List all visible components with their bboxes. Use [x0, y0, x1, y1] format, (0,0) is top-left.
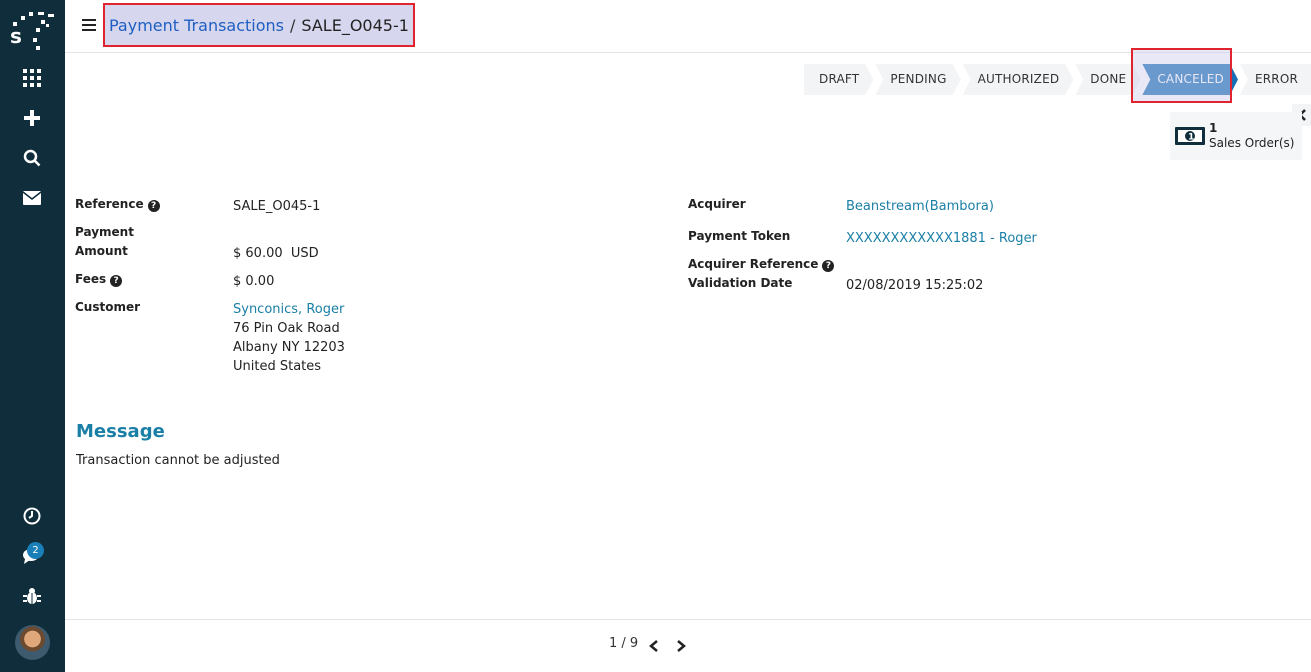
s-logo-icon[interactable]: s — [8, 8, 58, 52]
validation-date-value: 02/08/2019 15:25:02 — [846, 278, 984, 293]
sidebar: s 2 — [0, 0, 65, 672]
bug-icon[interactable] — [20, 584, 44, 608]
reference-label: Reference? — [75, 195, 160, 214]
help-icon[interactable]: ? — [822, 260, 835, 272]
stage-done[interactable]: DONE — [1075, 64, 1140, 95]
amount-currency: USD — [290, 246, 319, 261]
payment-label: Payment — [75, 225, 134, 239]
amount-value: $ 60.00 USD — [233, 246, 319, 261]
notification-badge: 2 — [27, 542, 44, 559]
help-icon[interactable]: ? — [147, 200, 160, 212]
footer-pager-bar: 1 / 9 — [65, 619, 1311, 672]
svg-text:s: s — [10, 24, 22, 48]
breadcrumb-parent-link[interactable]: Payment Transactions — [109, 16, 284, 35]
pager-next-icon[interactable] — [674, 639, 688, 653]
hamburger-menu-icon[interactable] — [82, 19, 96, 33]
apps-grid-icon[interactable] — [20, 66, 44, 90]
help-icon[interactable]: ? — [110, 275, 123, 287]
reference-value: SALE_O045-1 — [233, 199, 321, 214]
stage-draft[interactable]: DRAFT — [804, 64, 873, 95]
amount-label: Amount — [75, 244, 128, 258]
breadcrumb: Payment Transactions / SALE_O045-1 — [103, 3, 415, 47]
fees-label: Fees? — [75, 270, 123, 289]
acquirer-link[interactable]: Beanstream(Bambora) — [846, 197, 994, 216]
customer-address-line-2: Albany NY 12203 — [233, 340, 345, 355]
stage-authorized[interactable]: AUTHORIZED — [963, 64, 1074, 95]
top-bar: Payment Transactions / SALE_O045-1 — [65, 0, 1311, 53]
acquirer-reference-label: Acquirer Reference? — [688, 255, 835, 274]
clock-icon[interactable] — [20, 504, 44, 528]
money-bill-icon: 1 — [1175, 127, 1205, 145]
customer-address-line-3: United States — [233, 359, 322, 374]
validation-date-label: Validation Date — [688, 276, 793, 290]
acquirer-label: Acquirer — [688, 197, 746, 211]
status-bar: DRAFT PENDING AUTHORIZED DONE CANCELED E… — [804, 64, 1311, 95]
customer-link[interactable]: Synconics, Roger — [233, 300, 344, 319]
payment-token-label: Payment Token — [688, 229, 791, 243]
sales-orders-count: 1 — [1209, 121, 1218, 135]
message-text: Transaction cannot be adjusted — [76, 453, 280, 468]
pager-counter: 1 / 9 — [609, 636, 639, 651]
mail-icon[interactable] — [20, 186, 44, 210]
sales-orders-smart-button[interactable]: 1 1 Sales Order(s) — [1170, 112, 1302, 160]
fees-value: $ 0.00 — [233, 274, 275, 289]
breadcrumb-current: SALE_O045-1 — [301, 15, 409, 35]
breadcrumb-separator: / — [290, 15, 296, 35]
pager-previous-icon[interactable] — [647, 639, 661, 653]
avatar[interactable] — [15, 625, 50, 660]
message-title: Message — [76, 421, 165, 442]
payment-token-link[interactable]: XXXXXXXXXXXX1881 - Roger — [846, 229, 1037, 248]
stage-pending[interactable]: PENDING — [875, 64, 960, 95]
stage-error[interactable]: ERROR — [1239, 64, 1311, 95]
plus-icon[interactable] — [20, 106, 44, 130]
customer-address-line-1: 76 Pin Oak Road — [233, 321, 340, 336]
sales-orders-label: Sales Order(s) — [1209, 136, 1295, 150]
customer-label: Customer — [75, 300, 141, 314]
stage-canceled[interactable]: CANCELED — [1142, 64, 1238, 95]
svg-text:1: 1 — [1188, 133, 1194, 143]
search-icon[interactable] — [20, 146, 44, 170]
